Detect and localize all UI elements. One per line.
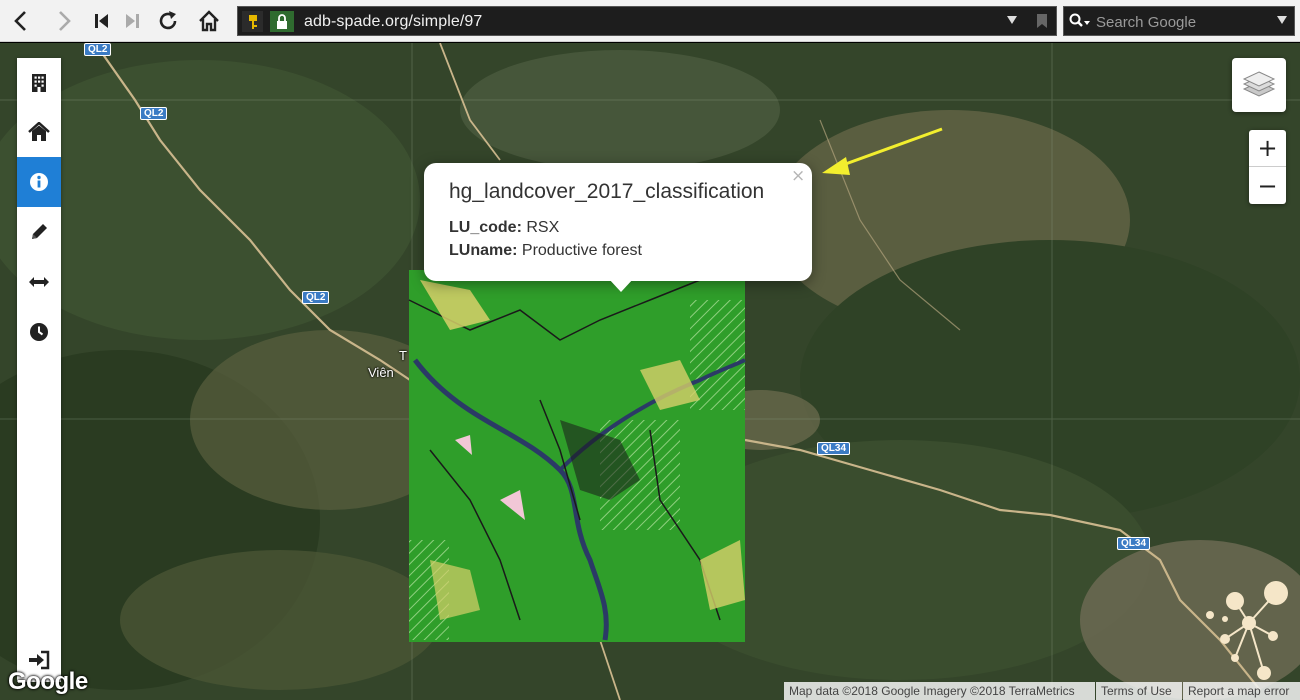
chevron-right-icon: [59, 11, 71, 31]
lock-icon[interactable]: [270, 11, 294, 32]
sign-in-icon: [29, 650, 50, 670]
skip-back-icon: [95, 14, 108, 28]
home-button[interactable]: [193, 5, 225, 37]
search-input[interactable]: Search Google: [1096, 14, 1196, 31]
skip-forward-icon: [126, 14, 139, 28]
zoom-control: + −: [1249, 130, 1286, 204]
report-map-error-link[interactable]: Report a map error: [1183, 682, 1300, 700]
road-label: QL2: [302, 291, 330, 304]
layers-button[interactable]: [1232, 58, 1286, 112]
url-text[interactable]: adb-spade.org/simple/97: [304, 13, 482, 31]
dropdown-icon[interactable]: [1276, 15, 1288, 25]
road-label: QL2: [84, 43, 112, 56]
pencil-icon: [32, 224, 47, 239]
zoom-out-button[interactable]: −: [1249, 167, 1286, 204]
google-logo: Google: [8, 668, 88, 695]
key-icon[interactable]: [242, 11, 263, 32]
field-key: LUname:: [449, 242, 518, 259]
map-data-attribution: Map data ©2018 Google Imagery ©2018 Terr…: [784, 682, 1095, 700]
place-label-fragment: T: [399, 348, 407, 363]
chevron-left-icon: [14, 11, 26, 31]
landcover-overlay: [408, 270, 746, 642]
sidebar-item-edit[interactable]: [17, 207, 61, 257]
layers-icon: [1242, 71, 1276, 97]
reload-icon: [159, 11, 177, 30]
browser-toolbar: adb-spade.org/simple/97 Search Google: [0, 0, 1300, 42]
measure-arrows-icon: [29, 277, 49, 287]
address-bar[interactable]: adb-spade.org/simple/97: [237, 6, 1057, 36]
forward-button[interactable]: [48, 5, 80, 37]
terms-of-use-link[interactable]: Terms of Use: [1096, 682, 1182, 700]
road-label: QL34: [1117, 537, 1151, 550]
sidebar-item-buildings[interactable]: [17, 58, 61, 108]
rewind-button[interactable]: [86, 5, 118, 37]
fast-forward-button[interactable]: [116, 5, 148, 37]
back-button[interactable]: [5, 5, 37, 37]
popup-tip: [608, 278, 634, 292]
sidebar-item-info[interactable]: [17, 157, 61, 207]
sidebar-item-home[interactable]: [17, 107, 61, 157]
search-icon: [1069, 13, 1090, 27]
popup-field-lu-code: LU_code: RSX: [449, 219, 559, 237]
road-label: QL2: [140, 107, 168, 120]
home-icon: [28, 122, 50, 141]
field-value: RSX: [526, 219, 560, 236]
zoom-in-button[interactable]: +: [1249, 130, 1286, 167]
building-icon: [32, 74, 46, 92]
home-icon: [199, 10, 219, 32]
sidebar-item-history[interactable]: [17, 307, 61, 357]
search-bar[interactable]: Search Google: [1063, 6, 1295, 36]
popup-title: hg_landcover_2017_classification: [449, 180, 765, 203]
popup-close-button[interactable]: ×: [791, 166, 805, 186]
sidebar-item-measure[interactable]: [17, 257, 61, 307]
bookmark-icon[interactable]: [1036, 13, 1048, 29]
network-logo: [1206, 581, 1288, 680]
dropdown-icon[interactable]: [1006, 15, 1018, 25]
place-label: Viên: [368, 365, 394, 380]
popup-field-lu-name: LUname: Productive forest: [449, 242, 642, 260]
field-key: LU_code:: [449, 219, 522, 236]
satellite-imagery: [0, 43, 1300, 700]
field-value: Productive forest: [521, 242, 642, 259]
info-icon: [30, 173, 48, 191]
clock-icon: [30, 323, 48, 341]
tool-sidebar: [17, 58, 61, 682]
map-canvas[interactable]: QL2 QL2 QL2 QL34 QL34 Viên T: [0, 43, 1300, 700]
road-label: QL34: [817, 442, 851, 455]
reload-button[interactable]: [152, 5, 184, 37]
